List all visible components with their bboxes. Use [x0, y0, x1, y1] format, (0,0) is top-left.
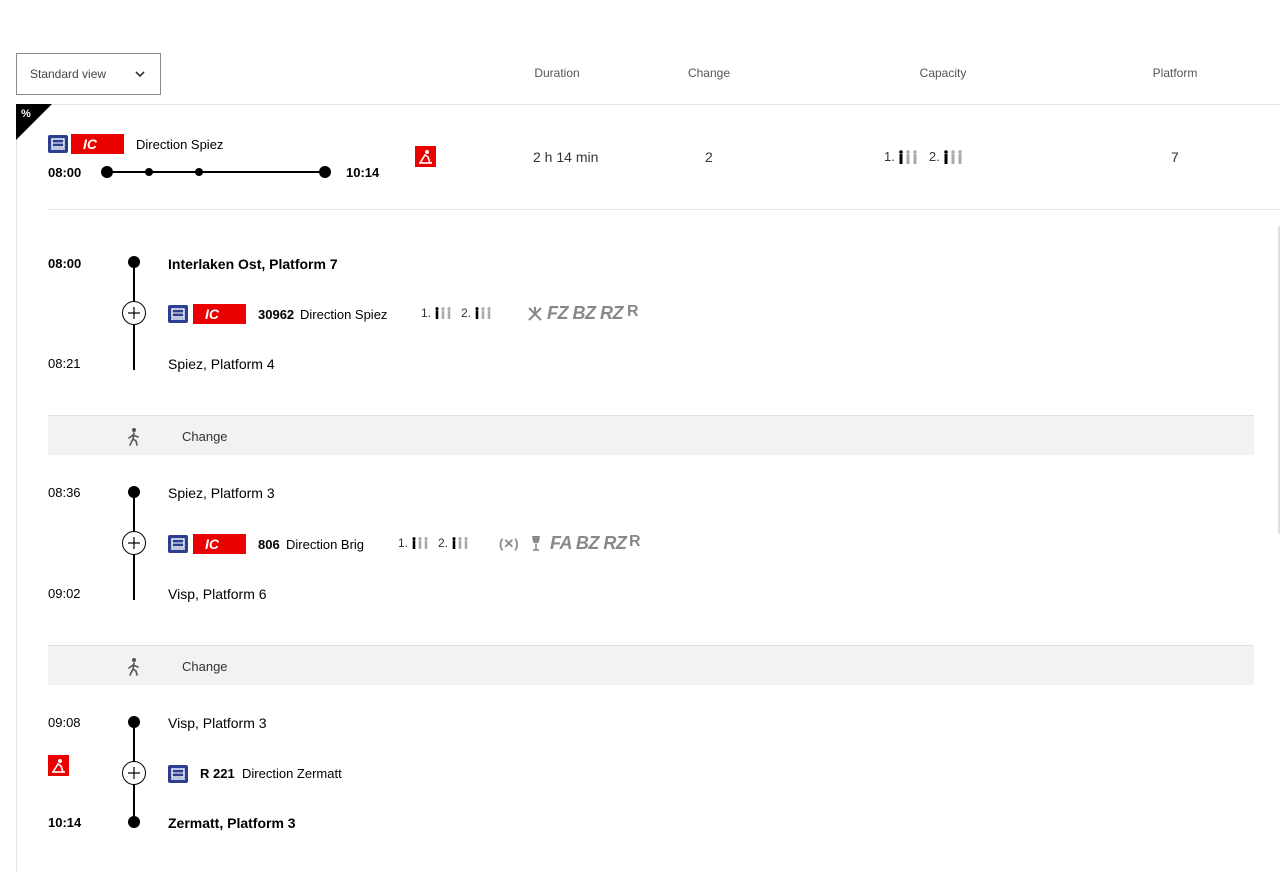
change-label: Change [182, 659, 228, 674]
service-codes: FZ BZ RZ [547, 303, 623, 323]
leg-departure-time: 09:08 [48, 715, 81, 730]
stop-dot [128, 486, 140, 498]
leg-arrival-time: 10:14 [48, 815, 82, 830]
train-icon [48, 135, 68, 153]
leg-departure-stop: Spiez, Platform 3 [168, 485, 275, 501]
summary-platform: 7 [1171, 149, 1179, 165]
leg-departure-stop: Visp, Platform 3 [168, 715, 267, 731]
leg-direction: Direction Zermatt [242, 766, 342, 781]
discount-symbol: % [21, 108, 31, 120]
ic-badge-icon: IC [193, 534, 246, 554]
change-row: Change [48, 645, 1254, 685]
chevron-down-icon [135, 71, 145, 78]
change-label: Change [182, 429, 228, 444]
walking-icon [128, 658, 139, 676]
expand-stops-button[interactable] [122, 301, 146, 325]
expand-stops-button[interactable] [122, 761, 146, 785]
walking-icon [128, 428, 139, 446]
reservation-code: R [627, 303, 639, 320]
leg-direction: Direction Spiez [300, 307, 388, 322]
expand-stops-button[interactable] [122, 531, 146, 555]
leg-departure-time: 08:00 [48, 256, 82, 271]
train-icon [168, 535, 188, 553]
view-select-label: Standard view [30, 67, 107, 81]
summary-direction: Direction Spiez [136, 137, 224, 152]
wine-glass-icon [532, 536, 540, 551]
stop-dot [128, 256, 140, 268]
train-icon [168, 765, 188, 783]
view-select[interactable]: Standard view [16, 53, 161, 95]
summary-departure: 08:00 [48, 165, 82, 180]
summary-changes: 2 [705, 149, 713, 165]
no-restaurant-icon [528, 307, 542, 321]
capacity-second-label: 2. [438, 536, 449, 550]
train-number[interactable]: 30962 [258, 307, 294, 322]
journey-progress [101, 166, 331, 178]
reservation-code: R [629, 533, 641, 550]
duration-header: Duration [534, 66, 580, 80]
capacity-first-label: 1. [398, 536, 409, 550]
change-row: Change [48, 415, 1254, 455]
leg-capacity: 1. 2. [421, 306, 492, 320]
train-icon [168, 305, 188, 323]
occupancy-low-icon [943, 149, 962, 164]
train-number[interactable]: R 221 [200, 766, 235, 781]
occupancy-low-icon [475, 307, 491, 319]
leg-arrival-stop: Visp, Platform 6 [168, 586, 267, 602]
left-border [16, 104, 17, 872]
stop-dot [128, 716, 140, 728]
summary-arrival: 10:14 [346, 165, 380, 180]
svg-text:IC: IC [205, 536, 220, 552]
leg-arrival-stop: Spiez, Platform 4 [168, 356, 275, 372]
restaurant-limited-note: (✕) [499, 536, 519, 551]
capacity-second-label: 2. [461, 306, 472, 320]
leg-capacity: 1. 2. [398, 536, 469, 550]
leg-departure-stop: Interlaken Ost, Platform 7 [168, 256, 338, 272]
leg-direction: Direction Brig [286, 537, 365, 552]
summary-divider [48, 209, 1280, 210]
svg-text:IC: IC [205, 306, 220, 322]
ic-badge-icon: IC [193, 304, 246, 324]
stop-dot [128, 816, 140, 828]
header-divider [16, 104, 1280, 105]
ic-badge-text: IC [83, 136, 98, 152]
occupancy-low-icon [452, 537, 468, 549]
capacity-first-label: 1. [421, 306, 432, 320]
construction-warning-icon [48, 755, 69, 776]
construction-warning-icon [415, 146, 436, 167]
occupancy-low-icon [899, 149, 917, 164]
capacity-first-label: 1. [884, 149, 895, 164]
capacity-header: Capacity [919, 66, 967, 80]
ic-badge-icon: IC [71, 134, 124, 154]
change-header: Change [687, 66, 731, 80]
leg-departure-time: 08:36 [48, 485, 81, 500]
platform-header: Platform [1152, 66, 1198, 80]
train-number[interactable]: 806 [258, 537, 280, 552]
leg-arrival-time: 09:02 [48, 586, 81, 601]
leg-arrival-time: 08:21 [48, 356, 81, 371]
service-codes: FA BZ RZ [550, 533, 627, 553]
occupancy-low-icon [435, 307, 451, 319]
capacity-second-label: 2. [928, 149, 940, 164]
occupancy-low-icon [412, 537, 428, 549]
leg-arrival-stop: Zermatt, Platform 3 [168, 815, 296, 831]
summary-capacity: 1. 2. [884, 149, 963, 164]
summary-duration: 2 h 14 min [533, 149, 599, 165]
